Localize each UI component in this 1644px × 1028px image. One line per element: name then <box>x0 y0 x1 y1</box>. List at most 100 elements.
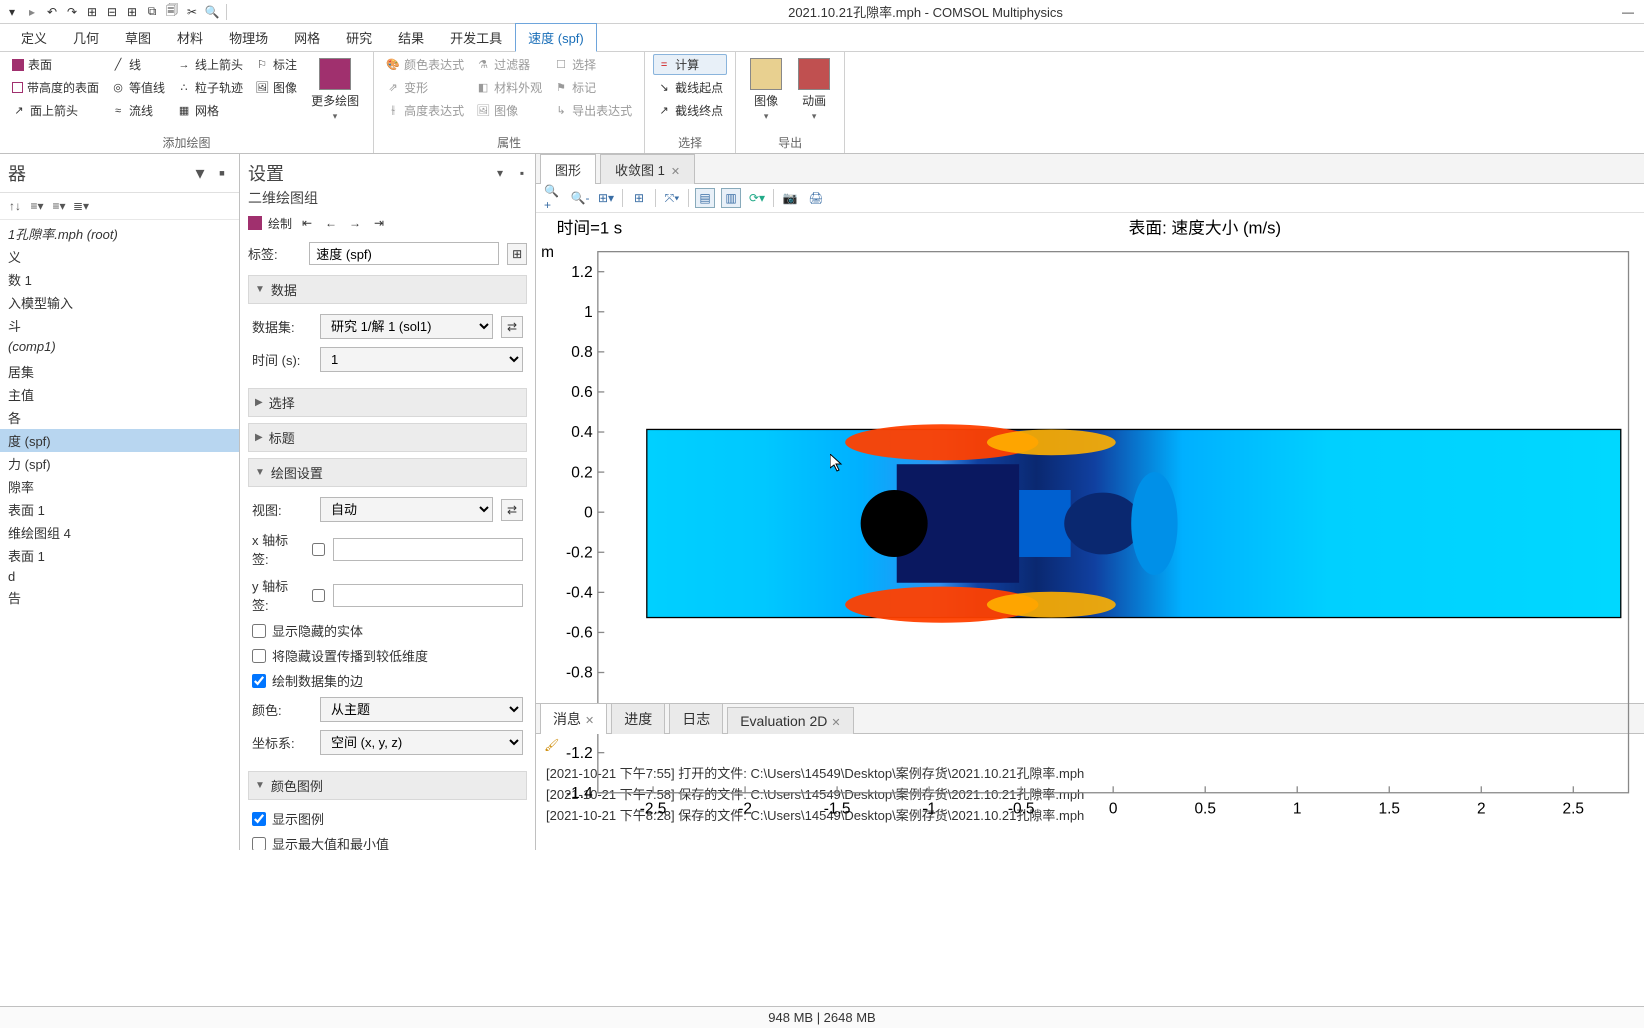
section-legend-header[interactable]: ▼颜色图例 <box>248 771 527 800</box>
rb-cutstart[interactable]: ↘截线起点 <box>653 77 727 98</box>
rb-anim[interactable]: 动画 ▾ <box>792 54 836 132</box>
section-sel-header[interactable]: ▶选择 <box>248 388 527 417</box>
chk-hidden[interactable] <box>252 624 266 638</box>
tree-body[interactable]: 1孔隙率.mph (root)义数 1入模型输入斗(comp1)居集主值各度 (… <box>0 220 239 850</box>
qat-btn-9[interactable]: ✂ <box>184 4 200 20</box>
tree-node[interactable]: 数 1 <box>0 268 239 291</box>
btm-tab-messages[interactable]: 消息✕ <box>540 703 607 734</box>
rb-surface[interactable]: 表面 <box>8 54 103 75</box>
tree-collapse-icon[interactable]: ▾ <box>191 164 209 182</box>
gfx-tab-graphics[interactable]: 图形 <box>540 154 596 184</box>
chk-edges[interactable] <box>252 674 266 688</box>
menu-tab-material[interactable]: 材料 <box>164 23 216 51</box>
paste-icon[interactable]: ⊟ <box>104 4 120 20</box>
tree-node[interactable]: 维绘图组 4 <box>0 521 239 544</box>
tree-node[interactable]: 告 <box>0 586 239 609</box>
yaxis-input[interactable] <box>333 584 523 607</box>
menu-tab-study[interactable]: 研究 <box>333 23 385 51</box>
menu-tab-results[interactable]: 结果 <box>385 23 437 51</box>
xaxis-check[interactable] <box>312 543 325 556</box>
coord-select[interactable]: 空间 (x, y, z) <box>320 730 523 755</box>
view1-icon[interactable]: ▤ <box>695 188 715 208</box>
rb-stream[interactable]: ≈流线 <box>107 100 169 121</box>
copy-icon[interactable]: ⊞ <box>84 4 100 20</box>
qat-btn-6[interactable]: ⊞ <box>124 4 140 20</box>
time-select[interactable]: 1 <box>320 347 523 372</box>
xaxis-input[interactable] <box>333 538 523 561</box>
yaxis-check[interactable] <box>312 589 325 602</box>
gfx-tab-convergence[interactable]: 收敛图 1✕ <box>600 154 695 184</box>
rb-compute[interactable]: =计算 <box>653 54 727 75</box>
tree-node[interactable]: 表面 1 <box>0 498 239 521</box>
tree-tb-4[interactable]: ≣▾ <box>72 197 90 215</box>
tree-tb-3[interactable]: ≡▾ <box>50 197 68 215</box>
rb-contour[interactable]: ◎等值线 <box>107 77 169 98</box>
close-icon[interactable]: ✕ <box>671 166 680 178</box>
qat-btn-10[interactable]: 🔍 <box>204 4 220 20</box>
label-link-icon[interactable]: ⊞ <box>507 243 527 265</box>
rb-mesh[interactable]: ▦网格 <box>173 100 247 121</box>
close-icon[interactable]: ✕ <box>585 715 594 727</box>
axes-icon[interactable]: ⤧▾ <box>662 188 682 208</box>
dataset-select[interactable]: 研究 1/解 1 (sol1) <box>320 314 493 339</box>
menu-tab-velocity[interactable]: 速度 (spf) <box>515 23 597 52</box>
tree-node[interactable]: 度 (spf) <box>0 429 239 452</box>
plot-button[interactable]: 绘制 <box>268 215 292 232</box>
graphics-plot[interactable]: 时间=1 s 表面: 速度大小 (m/s) m -1.4-1.2-1-0.8-0… <box>536 213 1644 703</box>
tree-tb-1[interactable]: ↑↓ <box>6 197 24 215</box>
grid-icon[interactable]: ⊞ <box>629 188 649 208</box>
camera-icon[interactable]: 📷 <box>780 188 800 208</box>
rb-line[interactable]: ╱线 <box>107 54 169 75</box>
nav-prev-icon[interactable]: ← <box>322 214 340 232</box>
zoom-box-icon[interactable]: ⊞▾ <box>596 188 616 208</box>
menu-tab-geometry[interactable]: 几何 <box>60 23 112 51</box>
view-select[interactable]: 自动 <box>320 497 493 522</box>
nav-first-icon[interactable]: ⇤ <box>298 214 316 232</box>
settings-body[interactable]: 标签: ⊞ ▼数据 数据集: 研究 1/解 1 (sol1) ⇄ 时间 (s):… <box>240 238 535 850</box>
menu-tab-sketch[interactable]: 草图 <box>112 23 164 51</box>
menu-tab-developer[interactable]: 开发工具 <box>437 23 515 51</box>
settings-min-icon[interactable]: ▾ <box>491 164 509 182</box>
qat-btn-8[interactable]: 🗐 <box>164 4 180 20</box>
tree-node[interactable]: 入模型输入 <box>0 291 239 314</box>
print-icon[interactable]: 🖨 <box>806 188 826 208</box>
tree-node[interactable]: (comp1) <box>0 337 239 356</box>
nav-next-icon[interactable]: → <box>346 214 364 232</box>
chk-minmax[interactable] <box>252 837 266 851</box>
rb-particle[interactable]: ∴粒子轨迹 <box>173 77 247 98</box>
menu-tab-mesh[interactable]: 网格 <box>281 23 333 51</box>
color-select[interactable]: 从主题 <box>320 697 523 722</box>
btm-tab-progress[interactable]: 进度 <box>611 703 665 734</box>
qat-btn-7[interactable]: ⧉ <box>144 4 160 20</box>
tree-node[interactable]: 义 <box>0 245 239 268</box>
tree-node[interactable]: 主值 <box>0 383 239 406</box>
plot-button-icon[interactable] <box>248 216 262 230</box>
tree-close-icon[interactable]: ▪ <box>213 164 231 182</box>
redo-icon[interactable]: ↷ <box>64 4 80 20</box>
tree-node[interactable]: d <box>0 567 239 586</box>
rb-heightsurf[interactable]: 带高度的表面 <box>8 77 103 98</box>
rb-moreplots[interactable]: 更多绘图 ▾ <box>305 54 365 132</box>
dataset-link-icon[interactable]: ⇄ <box>501 316 523 338</box>
tree-node[interactable]: 力 (spf) <box>0 452 239 475</box>
qat-dropdown-icon[interactable]: ▾ <box>4 4 20 20</box>
tree-node[interactable]: 隙率 <box>0 475 239 498</box>
chk-showleg[interactable] <box>252 812 266 826</box>
label-input[interactable] <box>309 242 499 265</box>
run-icon[interactable]: ▸ <box>24 4 40 20</box>
tree-node[interactable]: 居集 <box>0 360 239 383</box>
rb-annot[interactable]: ⚐标注 <box>251 54 301 75</box>
rb-facearrow[interactable]: ↗面上箭头 <box>8 100 103 121</box>
tree-node[interactable]: 1孔隙率.mph (root) <box>0 222 239 245</box>
zoom-out-icon[interactable]: 🔍- <box>570 188 590 208</box>
tree-node[interactable]: 各 <box>0 406 239 429</box>
btm-tab-log[interactable]: 日志 <box>669 703 723 734</box>
undo-icon[interactable]: ↶ <box>44 4 60 20</box>
view-link-icon[interactable]: ⇄ <box>501 499 523 521</box>
section-data-header[interactable]: ▼数据 <box>248 275 527 304</box>
menu-tab-physics[interactable]: 物理场 <box>216 23 281 51</box>
section-title-header[interactable]: ▶标题 <box>248 423 527 452</box>
view2-icon[interactable]: ▥ <box>721 188 741 208</box>
rb-linearrow[interactable]: →线上箭头 <box>173 54 247 75</box>
section-plotset-header[interactable]: ▼绘图设置 <box>248 458 527 487</box>
